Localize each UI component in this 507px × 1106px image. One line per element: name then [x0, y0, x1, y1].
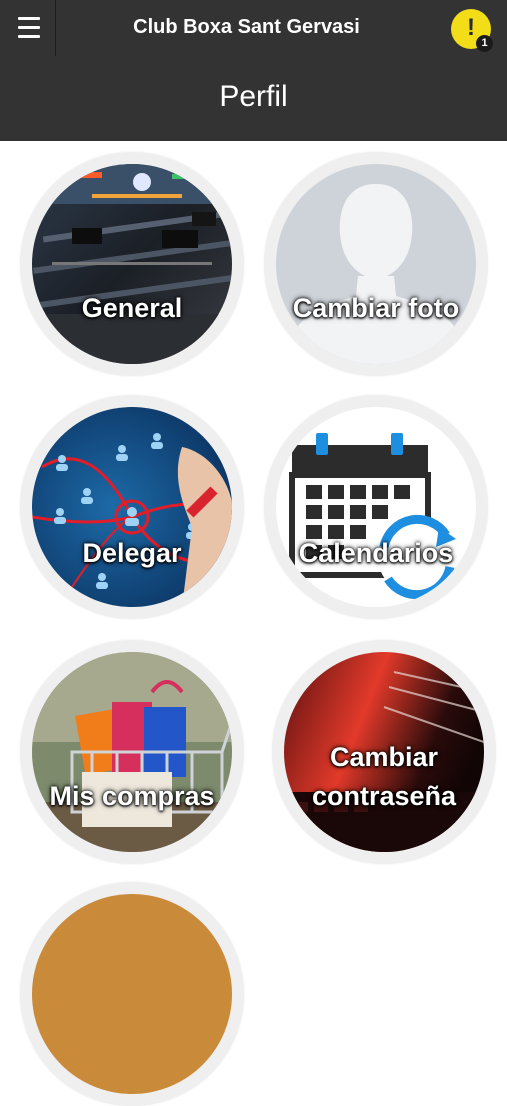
calendars-tile[interactable]: Calendarios	[264, 395, 488, 619]
general-tile[interactable]: General	[20, 152, 244, 376]
delegate-label: Delegar	[82, 538, 182, 568]
hamburger-menu-icon	[18, 35, 40, 38]
delegation-network-image	[32, 407, 232, 607]
notification-count-badge: 1	[476, 35, 493, 52]
next-row-image	[32, 894, 232, 1094]
change-password-tile[interactable]: Cambiar contraseña	[272, 640, 496, 864]
top-bar: Club Boxa Sant Gervasi ! 1 Perfil	[0, 0, 507, 141]
hamburger-menu-icon	[18, 17, 40, 20]
app-title: Club Boxa Sant Gervasi	[133, 16, 360, 38]
next-row-tile-partial[interactable]	[20, 882, 244, 1106]
delegate-tile[interactable]: Delegar	[20, 395, 244, 619]
calendars-label: Calendarios	[298, 538, 454, 568]
mixing-console-image	[32, 164, 232, 364]
change-password-label-line2: contraseña	[311, 781, 457, 811]
menu-button[interactable]	[0, 0, 56, 56]
general-label: General	[81, 293, 183, 323]
shopping-cart-image	[32, 652, 232, 852]
my-purchases-tile[interactable]: Mis compras	[20, 640, 244, 864]
change-photo-tile[interactable]: Cambiar foto	[264, 152, 488, 376]
change-photo-label: Cambiar foto	[292, 293, 460, 323]
change-password-label-line1: Cambiar	[329, 742, 439, 772]
avatar-placeholder-image	[276, 164, 476, 364]
hamburger-menu-icon	[18, 26, 40, 29]
notifications-button[interactable]: ! 1	[451, 9, 493, 52]
my-purchases-label: Mis compras	[49, 781, 215, 811]
calendar-sync-icon	[276, 407, 476, 607]
page-title: Perfil	[219, 80, 288, 113]
